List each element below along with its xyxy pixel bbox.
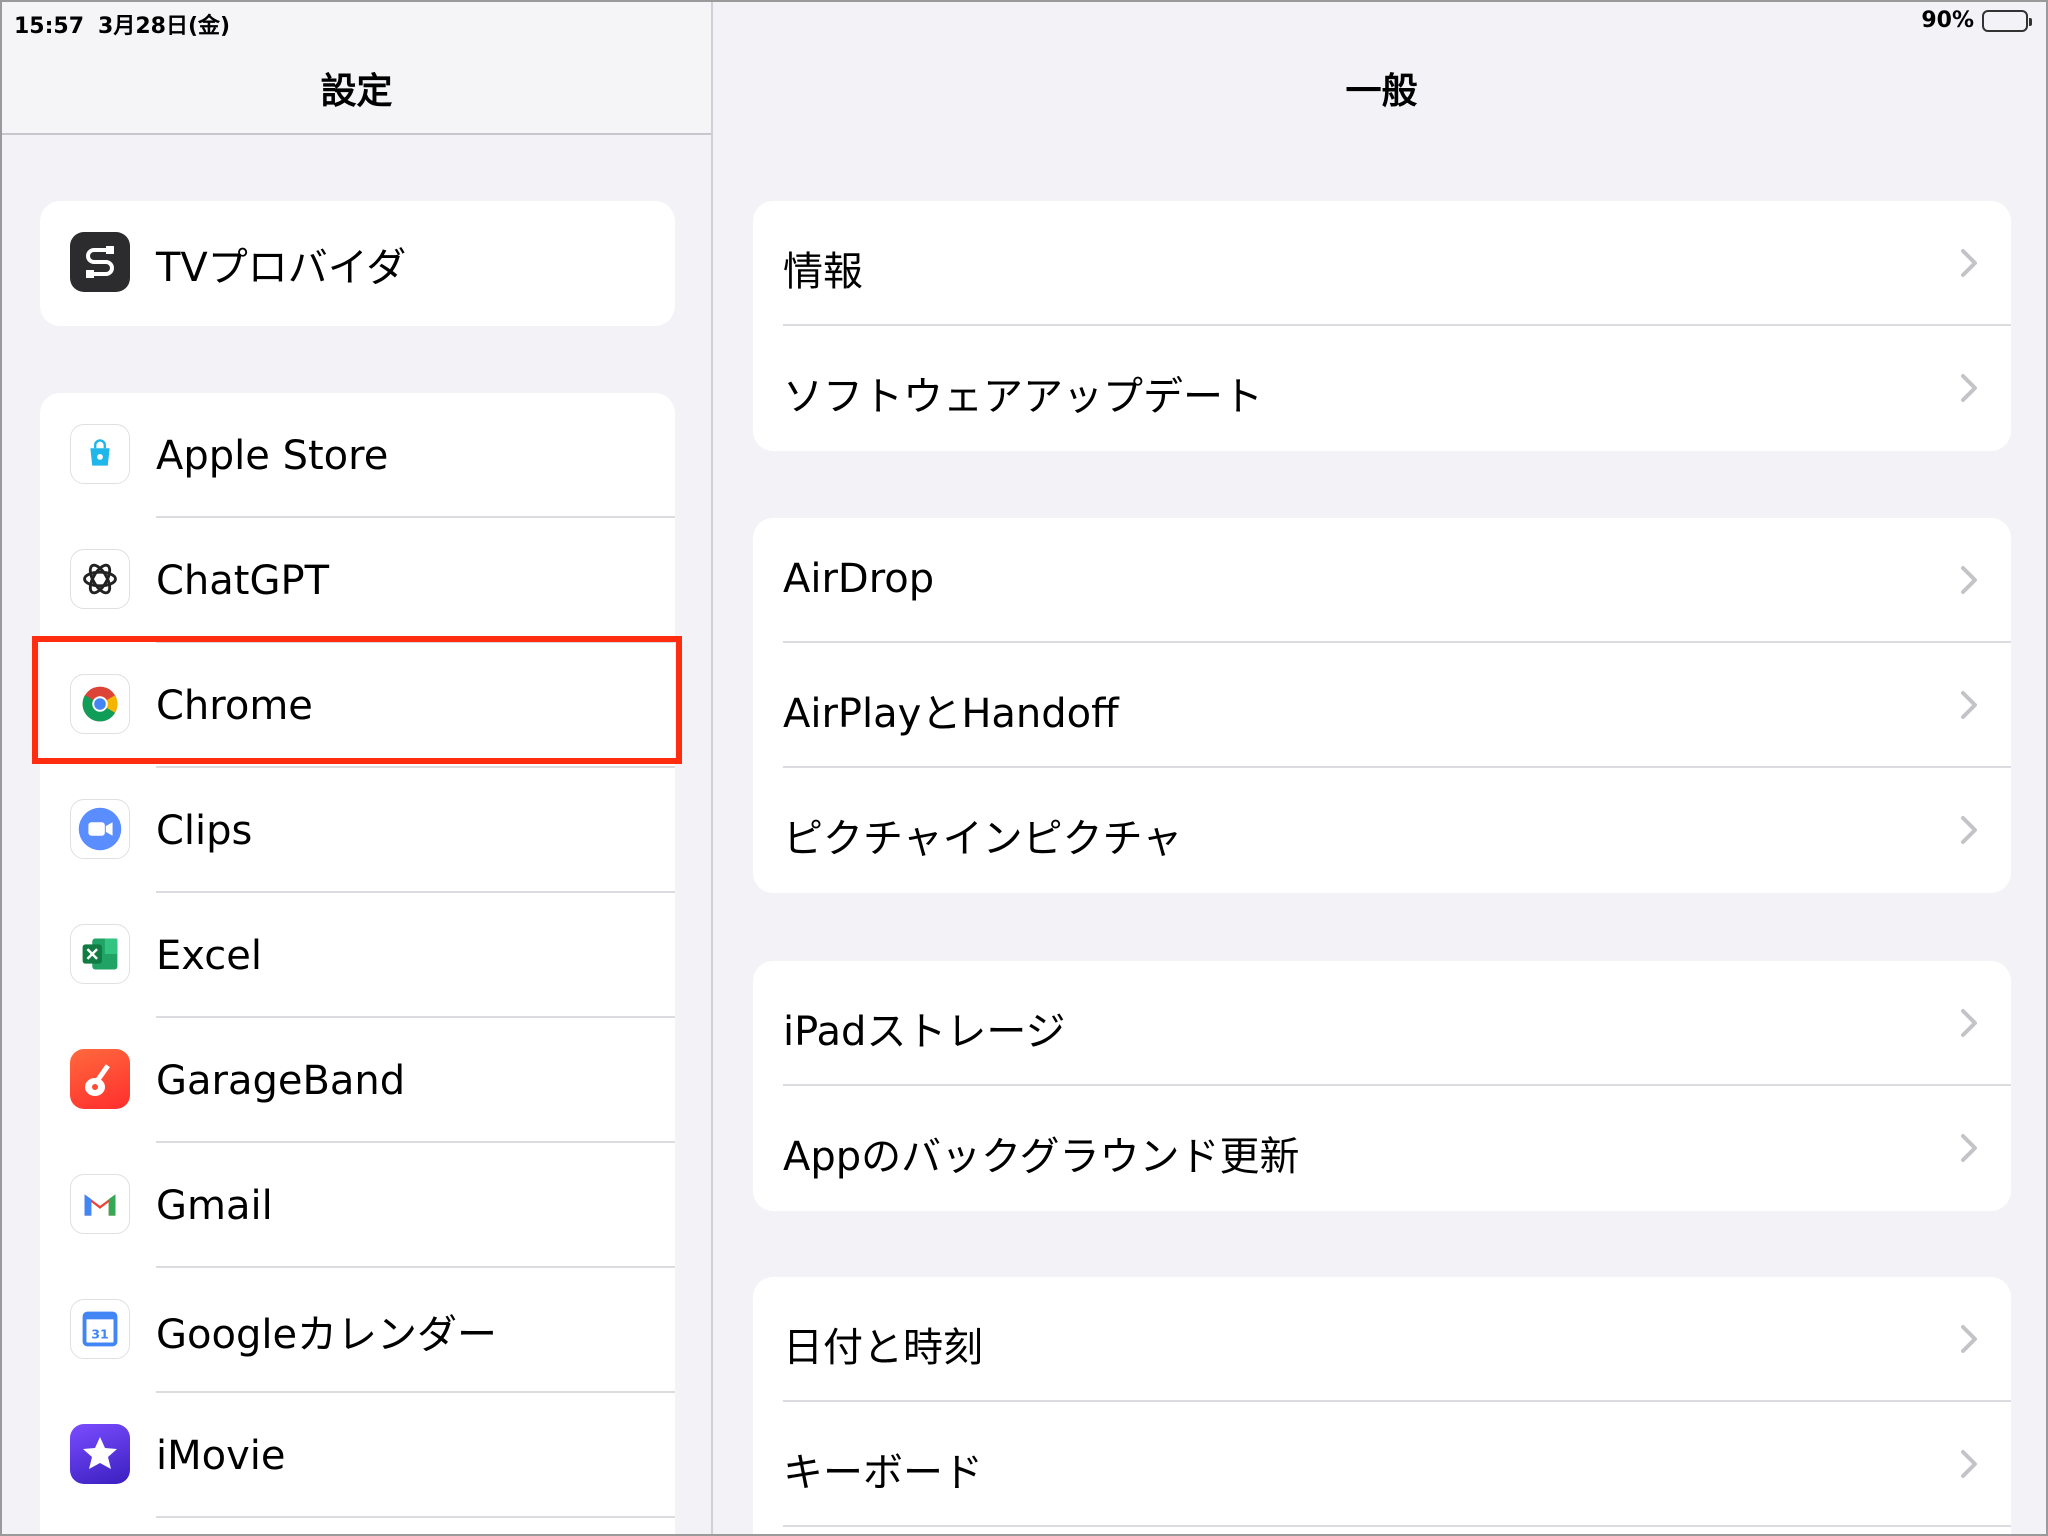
row-label: キーボード <box>783 1450 983 1496</box>
sidebar-item-label: iMovie <box>156 1432 286 1479</box>
sidebar-group-tv: TVプロバイダ <box>40 201 675 326</box>
sidebar-item-tv-provider[interactable]: TVプロバイダ <box>40 201 675 326</box>
clips-icon <box>70 799 130 859</box>
general-item-date-time[interactable]: 日付と時刻 <box>753 1277 2011 1402</box>
sidebar-item-label: TVプロバイダ <box>156 244 407 291</box>
row-label: AirPlayとHandoff <box>783 691 1119 737</box>
general-item-picture-in-picture[interactable]: ピクチャインピクチャ <box>753 768 2011 893</box>
sidebar-item-google-calendar[interactable]: 31 Googleカレンダー <box>40 1268 675 1393</box>
general-group-3: iPadストレージ Appのバックグラウンド更新 <box>753 961 2011 1211</box>
row-label: ソフトウェアアップデート <box>783 374 1263 420</box>
row-divider <box>783 1525 2011 1527</box>
sidebar-item-label: Gmail <box>156 1182 273 1229</box>
row-label: Appのバックグラウンド更新 <box>783 1134 1300 1180</box>
general-item-airplay-handoff[interactable]: AirPlayとHandoff <box>753 643 2011 768</box>
battery-percent: 90% <box>1921 8 1974 33</box>
chevron-right-icon <box>1961 691 1977 719</box>
sidebar-item-label: GarageBand <box>156 1057 406 1104</box>
chatgpt-icon <box>70 549 130 609</box>
general-item-ipad-storage[interactable]: iPadストレージ <box>753 961 2011 1086</box>
general-item-airdrop[interactable]: AirDrop <box>753 518 2011 643</box>
screen: 15:57 3月28日(金) 設定 TVプロバイダ Apple Store Ch… <box>0 0 2048 1536</box>
status-date: 3月28日(金) <box>98 14 231 39</box>
general-item-about[interactable]: 情報 <box>753 201 2011 326</box>
chevron-right-icon <box>1961 1009 1977 1037</box>
chevron-right-icon <box>1961 249 1977 277</box>
chevron-right-icon <box>1961 1325 1977 1353</box>
general-group-4: 日付と時刻 キーボード <box>753 1277 2011 1534</box>
chevron-right-icon <box>1961 1450 1977 1478</box>
sidebar-item-label: Excel <box>156 932 262 979</box>
excel-icon <box>70 924 130 984</box>
battery-icon <box>1982 9 2032 32</box>
gmail-icon <box>70 1174 130 1234</box>
row-label: ピクチャインピクチャ <box>783 816 1183 862</box>
chevron-right-icon <box>1961 816 1977 844</box>
sidebar-item-clips[interactable]: Clips <box>40 768 675 893</box>
general-group-1: 情報 ソフトウェアアップデート <box>753 201 2011 451</box>
sidebar-item-chatgpt[interactable]: ChatGPT <box>40 518 675 643</box>
sidebar-item-label: ChatGPT <box>156 557 330 604</box>
row-label: 日付と時刻 <box>783 1325 983 1371</box>
sidebar-item-apple-store[interactable]: Apple Store <box>40 393 675 518</box>
general-item-background-app-refresh[interactable]: Appのバックグラウンド更新 <box>753 1086 2011 1211</box>
sidebar-item-garageband[interactable]: GarageBand <box>40 1018 675 1143</box>
chevron-right-icon <box>1961 1134 1977 1162</box>
tv-provider-icon <box>70 232 130 292</box>
imovie-icon <box>70 1424 130 1484</box>
general-item-keyboard[interactable]: キーボード <box>753 1402 2011 1527</box>
row-label: 情報 <box>783 249 863 295</box>
row-label: iPadストレージ <box>783 1009 1066 1055</box>
sidebar-group-apps: Apple Store ChatGPT Chrome Clips Excel G… <box>40 393 675 1534</box>
status-bar-right: 90% <box>1921 8 2032 33</box>
sidebar-item-excel[interactable]: Excel <box>40 893 675 1018</box>
row-divider <box>156 1516 675 1518</box>
main-panel: 90% 一般 情報 ソフトウェアアップデート AirDrop AirPlayとH… <box>713 2 2046 1534</box>
sidebar-title: 設定 <box>320 71 393 112</box>
garageband-icon <box>70 1049 130 1109</box>
sidebar-item-imovie[interactable]: iMovie <box>40 1393 675 1518</box>
sidebar-item-label: Googleカレンダー <box>156 1311 498 1358</box>
sidebar-header: 15:57 3月28日(金) 設定 <box>2 2 711 135</box>
status-time: 15:57 <box>14 14 85 39</box>
chevron-right-icon <box>1961 566 1977 594</box>
status-bar-left: 15:57 3月28日(金) <box>14 8 230 40</box>
google-calendar-icon: 31 <box>70 1299 130 1359</box>
apple-store-icon <box>70 424 130 484</box>
page-title: 一般 <box>1345 71 1418 112</box>
general-group-2: AirDrop AirPlayとHandoff ピクチャインピクチャ <box>753 518 2011 893</box>
general-item-software-update[interactable]: ソフトウェアアップデート <box>753 326 2011 451</box>
chevron-right-icon <box>1961 374 1977 402</box>
sidebar-item-gmail[interactable]: Gmail <box>40 1143 675 1268</box>
calendar-day: 31 <box>91 1327 108 1342</box>
selection-highlight <box>32 636 682 764</box>
sidebar-item-label: Clips <box>156 807 253 854</box>
sidebar-item-label: Apple Store <box>156 432 389 479</box>
row-label: AirDrop <box>783 556 935 602</box>
sidebar: 15:57 3月28日(金) 設定 TVプロバイダ Apple Store Ch… <box>2 2 713 1534</box>
